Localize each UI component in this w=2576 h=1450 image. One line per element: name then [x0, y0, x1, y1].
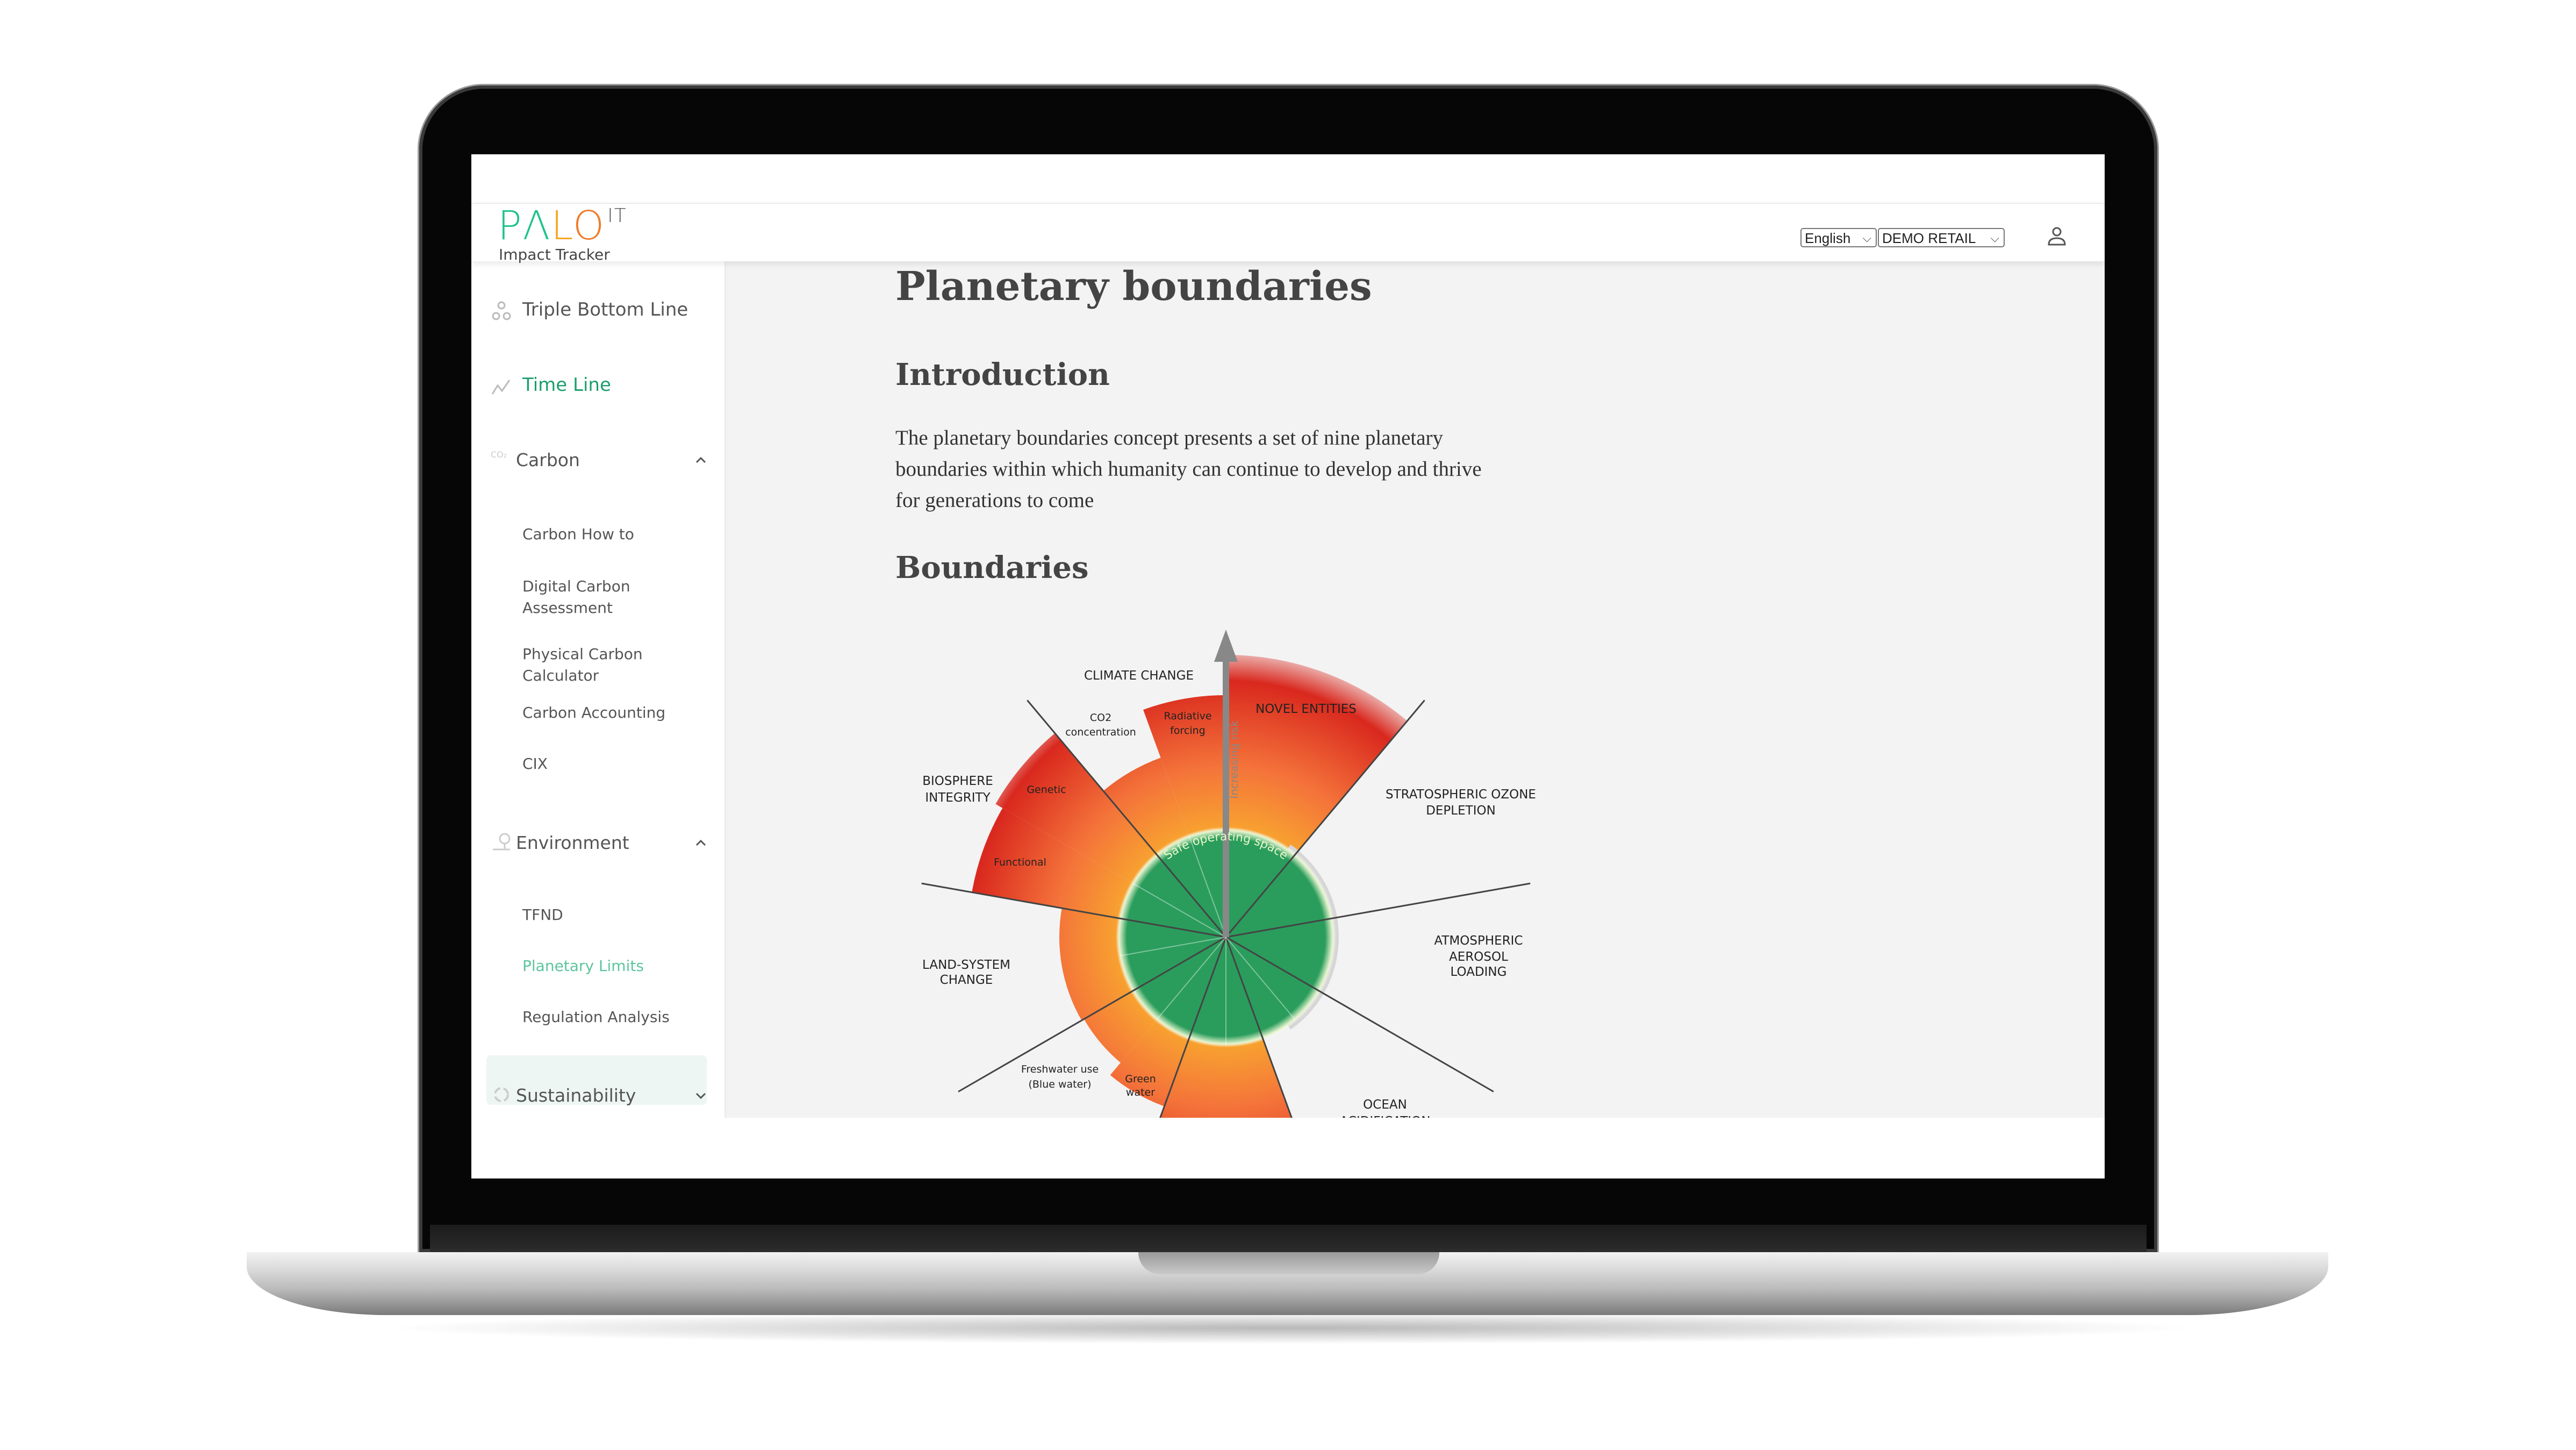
sidebar-item-carbon-how-to[interactable]: Carbon How to: [522, 524, 634, 545]
user-icon[interactable]: [2046, 225, 2068, 247]
sidebar-item-time-line[interactable]: Time Line: [522, 374, 611, 396]
label-land-system: LAND-SYSTEM: [922, 958, 1010, 972]
organization-value: DEMO RETAIL: [1882, 230, 1976, 246]
chevron-up-icon[interactable]: [692, 454, 710, 467]
label-biosphere: INTEGRITY: [925, 791, 991, 805]
sidebar-section-sustainability[interactable]: Sustainability: [516, 1085, 636, 1106]
arrow-head-icon: [1214, 630, 1238, 662]
label-ozone: DEPLETION: [1426, 804, 1496, 818]
logo-subtitle: Impact Tracker: [499, 246, 610, 263]
chevron-down-icon[interactable]: [692, 1089, 710, 1102]
environment-icon: [493, 833, 511, 851]
language-select[interactable]: English ⌵: [1800, 228, 1877, 247]
logo[interactable]: PΛLO IT: [498, 203, 627, 249]
label-land-system: CHANGE: [940, 973, 993, 987]
page-title: Planetary boundaries: [895, 263, 1372, 310]
sidebar-section-carbon[interactable]: Carbon: [516, 449, 580, 470]
label-genetic: Genetic: [1027, 784, 1066, 796]
sidebar-item-regulation-analysis[interactable]: Regulation Analysis: [522, 1006, 670, 1028]
label-blue-water: (Blue water): [1028, 1078, 1091, 1090]
intro-line: The planetary boundaries concept present…: [895, 426, 1444, 449]
organization-select[interactable]: DEMO RETAIL ⌵: [1878, 228, 2005, 247]
app-screen: PΛLO IT Impact Tracker English ⌵ DEMO RETA…: [471, 154, 2105, 1178]
label-green-water: water: [1126, 1087, 1155, 1098]
main-content: CLIMATE CHANGE CO2 concentration Radiative f…: [724, 261, 2105, 1118]
recycle-icon: [494, 1087, 509, 1102]
sidebar-item-physical-carbon-calculator[interactable]: Physical Carbon Calculator: [522, 644, 684, 687]
sidebar-item-carbon-accounting[interactable]: Carbon Accounting: [522, 702, 665, 724]
boundaries-heading: Boundaries: [895, 550, 1089, 585]
introduction-heading: Introduction: [895, 357, 1110, 392]
label-ozone: STRATOSPHERIC OZONE: [1386, 788, 1536, 802]
sidebar-item-digital-carbon-assessment[interactable]: Digital Carbon Assessment: [522, 576, 684, 619]
label-ocean: OCEAN: [1363, 1098, 1407, 1112]
label-co2: concentration: [1065, 726, 1136, 738]
sidebar-section-environment[interactable]: Environment: [516, 832, 629, 853]
label-radiative-forcing: forcing: [1170, 725, 1206, 737]
label-blue-water: Freshwater use: [1021, 1063, 1099, 1075]
label-functional: Functional: [994, 856, 1046, 868]
introduction-text: The planetary boundaries concept present…: [895, 423, 1482, 516]
intro-line: boundaries within which humanity can con…: [895, 458, 1482, 481]
chevron-down-icon: ⌵: [1990, 231, 1999, 245]
label-aerosol: LOADING: [1451, 965, 1507, 979]
sidebar-item-cix[interactable]: CIX: [522, 753, 548, 775]
app-header: PΛLO IT Impact Tracker English ⌵ DEMO RETA…: [471, 203, 2105, 263]
language-value: English: [1805, 230, 1851, 246]
label-radiative-forcing: Radiative: [1164, 710, 1211, 722]
bottom-bar: [471, 1118, 2105, 1178]
sidebar-item-triple-bottom-line[interactable]: Triple Bottom Line: [522, 299, 688, 320]
label-aerosol: ATMOSPHERIC: [1434, 934, 1523, 948]
label-increasing-risk: Increasing risk: [1228, 720, 1240, 799]
co2-icon: CO₂: [491, 449, 507, 460]
sidebar: Triple Bottom Line Time Line CO₂ Carbon …: [471, 261, 726, 1118]
label-aerosol: AEROSOL: [1449, 950, 1508, 964]
laptop-shadow: [376, 1312, 2204, 1344]
sidebar-item-tfnd[interactable]: TFND: [522, 904, 563, 926]
laptop-hinge: [430, 1225, 2147, 1252]
label-green-water: Green: [1125, 1073, 1156, 1085]
label-co2: CO2: [1090, 712, 1111, 724]
time-line-icon: [491, 380, 511, 395]
sidebar-item-planetary-limits-label: Planetary Limits: [522, 957, 644, 975]
laptop-notch: [1138, 1252, 1439, 1274]
chevron-down-icon: ⌵: [1862, 231, 1871, 245]
label-biosphere: BIOSPHERE: [922, 774, 993, 788]
label-climate-change: CLIMATE CHANGE: [1084, 669, 1194, 683]
intro-line: for generations to come: [895, 489, 1094, 512]
chevron-up-icon[interactable]: [692, 837, 710, 849]
triple-bottom-line-icon: [492, 301, 511, 320]
label-novel-entities: NOVEL ENTITIES: [1255, 702, 1357, 716]
